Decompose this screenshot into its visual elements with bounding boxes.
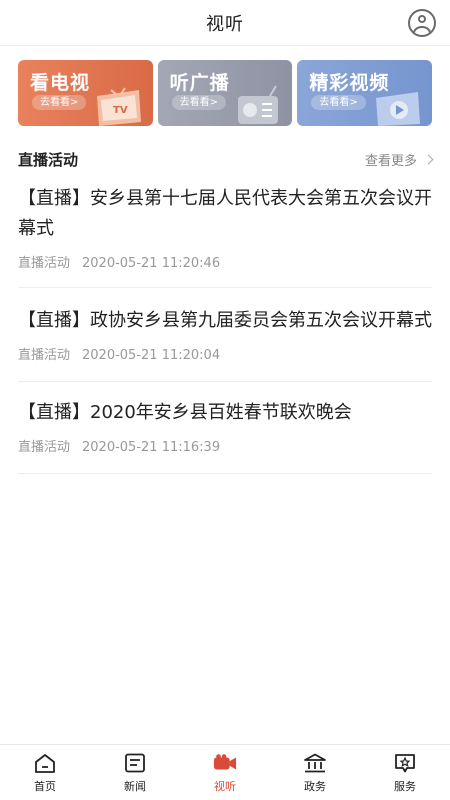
list-item[interactable]: 【直播】安乡县第十七届人民代表大会第五次会议开幕式 直播活动 2020-05-21… xyxy=(18,172,432,288)
list-item[interactable]: 【直播】政协安乡县第九届委员会第五次会议开幕式 直播活动 2020-05-21 1… xyxy=(18,288,432,382)
top-header: 视听 xyxy=(0,0,450,46)
item-title: 【直播】安乡县第十七届人民代表大会第五次会议开幕式 xyxy=(18,188,432,239)
item-time: 2020-05-21 11:16:39 xyxy=(82,440,221,455)
tab-label: 新闻 xyxy=(124,779,146,793)
tab-video[interactable]: 视听 xyxy=(180,745,270,800)
government-icon xyxy=(303,752,327,774)
live-list: 【直播】安乡县第十七届人民代表大会第五次会议开幕式 直播活动 2020-05-21… xyxy=(18,172,432,474)
user-avatar-icon[interactable] xyxy=(408,9,436,37)
tab-label: 服务 xyxy=(394,779,416,793)
item-meta: 直播活动 2020-05-21 11:20:04 xyxy=(18,344,432,363)
item-title: 【直播】2020年安乡县百姓春节联欢晚会 xyxy=(18,402,352,423)
card-title: 看电视 xyxy=(30,72,91,94)
list-item[interactable]: 【直播】2020年安乡县百姓春节联欢晚会 直播活动 2020-05-21 11:1… xyxy=(18,382,432,474)
item-category: 直播活动 xyxy=(18,348,71,363)
section-title: 直播活动 xyxy=(18,150,79,169)
live-section-header: 直播活动 查看更多 xyxy=(18,147,434,171)
service-icon xyxy=(393,752,417,774)
see-more-link[interactable]: 查看更多 xyxy=(364,150,434,169)
tab-label: 视听 xyxy=(214,779,236,793)
item-meta: 直播活动 2020-05-21 11:16:39 xyxy=(18,436,432,455)
news-icon xyxy=(123,752,147,774)
card-go-button[interactable]: 去看看> xyxy=(171,95,227,110)
listen-radio-card[interactable]: 听广播 去看看> xyxy=(157,60,293,126)
tab-label: 政务 xyxy=(304,779,326,793)
item-category: 直播活动 xyxy=(18,256,71,271)
watch-tv-card[interactable]: 看电视 去看看> TV xyxy=(18,60,153,126)
item-title: 【直播】政协安乡县第九届委员会第五次会议开幕式 xyxy=(18,310,432,331)
tab-government[interactable]: 政务 xyxy=(270,745,360,800)
tab-news[interactable]: 新闻 xyxy=(90,745,180,800)
bottom-tab-bar: 首页 新闻 视听 政务 服务 xyxy=(0,744,450,800)
video-camera-icon xyxy=(213,752,237,774)
tv-icon: TV xyxy=(96,87,141,126)
tab-home[interactable]: 首页 xyxy=(0,745,90,800)
featured-video-card[interactable]: 精彩视频 去看看> xyxy=(297,60,433,126)
svg-text:TV: TV xyxy=(113,105,128,116)
radio-icon xyxy=(238,85,279,124)
tab-label: 首页 xyxy=(34,779,56,793)
item-category: 直播活动 xyxy=(18,440,71,455)
home-icon xyxy=(33,752,57,774)
card-go-button[interactable]: 去看看> xyxy=(311,95,366,110)
card-title: 精彩视频 xyxy=(309,72,390,94)
page-title: 视听 xyxy=(206,13,244,35)
card-title: 听广播 xyxy=(169,72,230,94)
card-go-button[interactable]: 去看看> xyxy=(32,95,87,110)
item-time: 2020-05-21 11:20:46 xyxy=(82,256,221,271)
media-cards: 看电视 去看看> TV 听广播 去看看> 精彩视频 去看看> xyxy=(18,60,433,128)
see-more-label: 查看更多 xyxy=(364,153,417,169)
item-meta: 直播活动 2020-05-21 11:20:46 xyxy=(18,252,432,271)
chevron-right-icon xyxy=(423,154,434,164)
item-time: 2020-05-21 11:20:04 xyxy=(82,348,221,363)
tab-service[interactable]: 服务 xyxy=(360,745,450,800)
